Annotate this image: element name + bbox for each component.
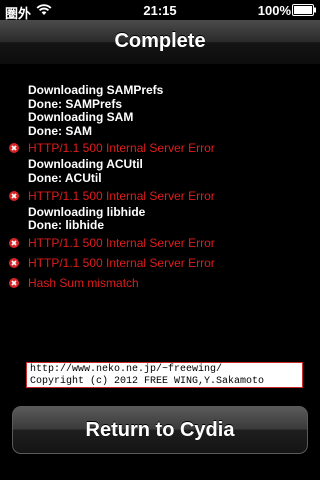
install-log: Downloading SAMPrefs Done: SAMPrefs Down…: [0, 83, 320, 293]
battery-icon: [292, 4, 317, 19]
credits-box: http://www.neko.ne.jp/~freewing/ Copyrig…: [26, 362, 303, 388]
log-line: Done: ACUtil: [28, 170, 102, 185]
error-x-icon: [9, 143, 19, 154]
log-line: Done: SAM: [28, 123, 92, 138]
log-error-text: Hash Sum mismatch: [28, 275, 139, 290]
return-to-cydia-button[interactable]: Return to Cydia: [12, 406, 308, 454]
log-error-text: HTTP/1.1 500 Internal Server Error: [28, 255, 215, 270]
screen: 圏外 21:15 100% Complete Downloading SAMPr…: [0, 0, 320, 480]
log-error-text: HTTP/1.1 500 Internal Server Error: [28, 188, 215, 203]
page-title: Complete: [114, 30, 206, 52]
log-error-line: HTTP/1.1 500 Internal Server Error: [0, 186, 320, 206]
log-error-text: HTTP/1.1 500 Internal Server Error: [28, 235, 215, 250]
navigation-bar: Complete: [0, 20, 320, 65]
log-line: Done: SAMPrefs: [28, 96, 123, 111]
log-error-line: HTTP/1.1 500 Internal Server Error: [0, 253, 320, 273]
log-line: Downloading SAMPrefs: [28, 83, 164, 97]
credits-copyright: Copyright (c) 2012 FREE WING,Y.Sakamoto: [30, 375, 265, 387]
error-x-icon: [9, 257, 19, 268]
log-error-line: HTTP/1.1 500 Internal Server Error: [0, 138, 320, 158]
log-line: Downloading ACUtil: [28, 157, 143, 172]
log-line: Done: libhide: [28, 218, 104, 233]
log-error-text: HTTP/1.1 500 Internal Server Error: [28, 141, 215, 156]
credits-url: http://www.neko.ne.jp/~freewing/: [30, 364, 223, 375]
log-line: Downloading libhide: [28, 204, 146, 219]
log-line: Downloading SAM: [28, 110, 134, 125]
battery-percent: 100%: [257, 3, 291, 18]
log-error-line: Hash Sum mismatch: [0, 273, 320, 293]
status-bar: 圏外 21:15 100%: [0, 0, 320, 21]
log-error-line: HTTP/1.1 500 Internal Server Error: [0, 233, 320, 253]
error-x-icon: [9, 277, 19, 288]
error-x-icon: [9, 190, 19, 201]
error-x-icon: [9, 237, 19, 248]
